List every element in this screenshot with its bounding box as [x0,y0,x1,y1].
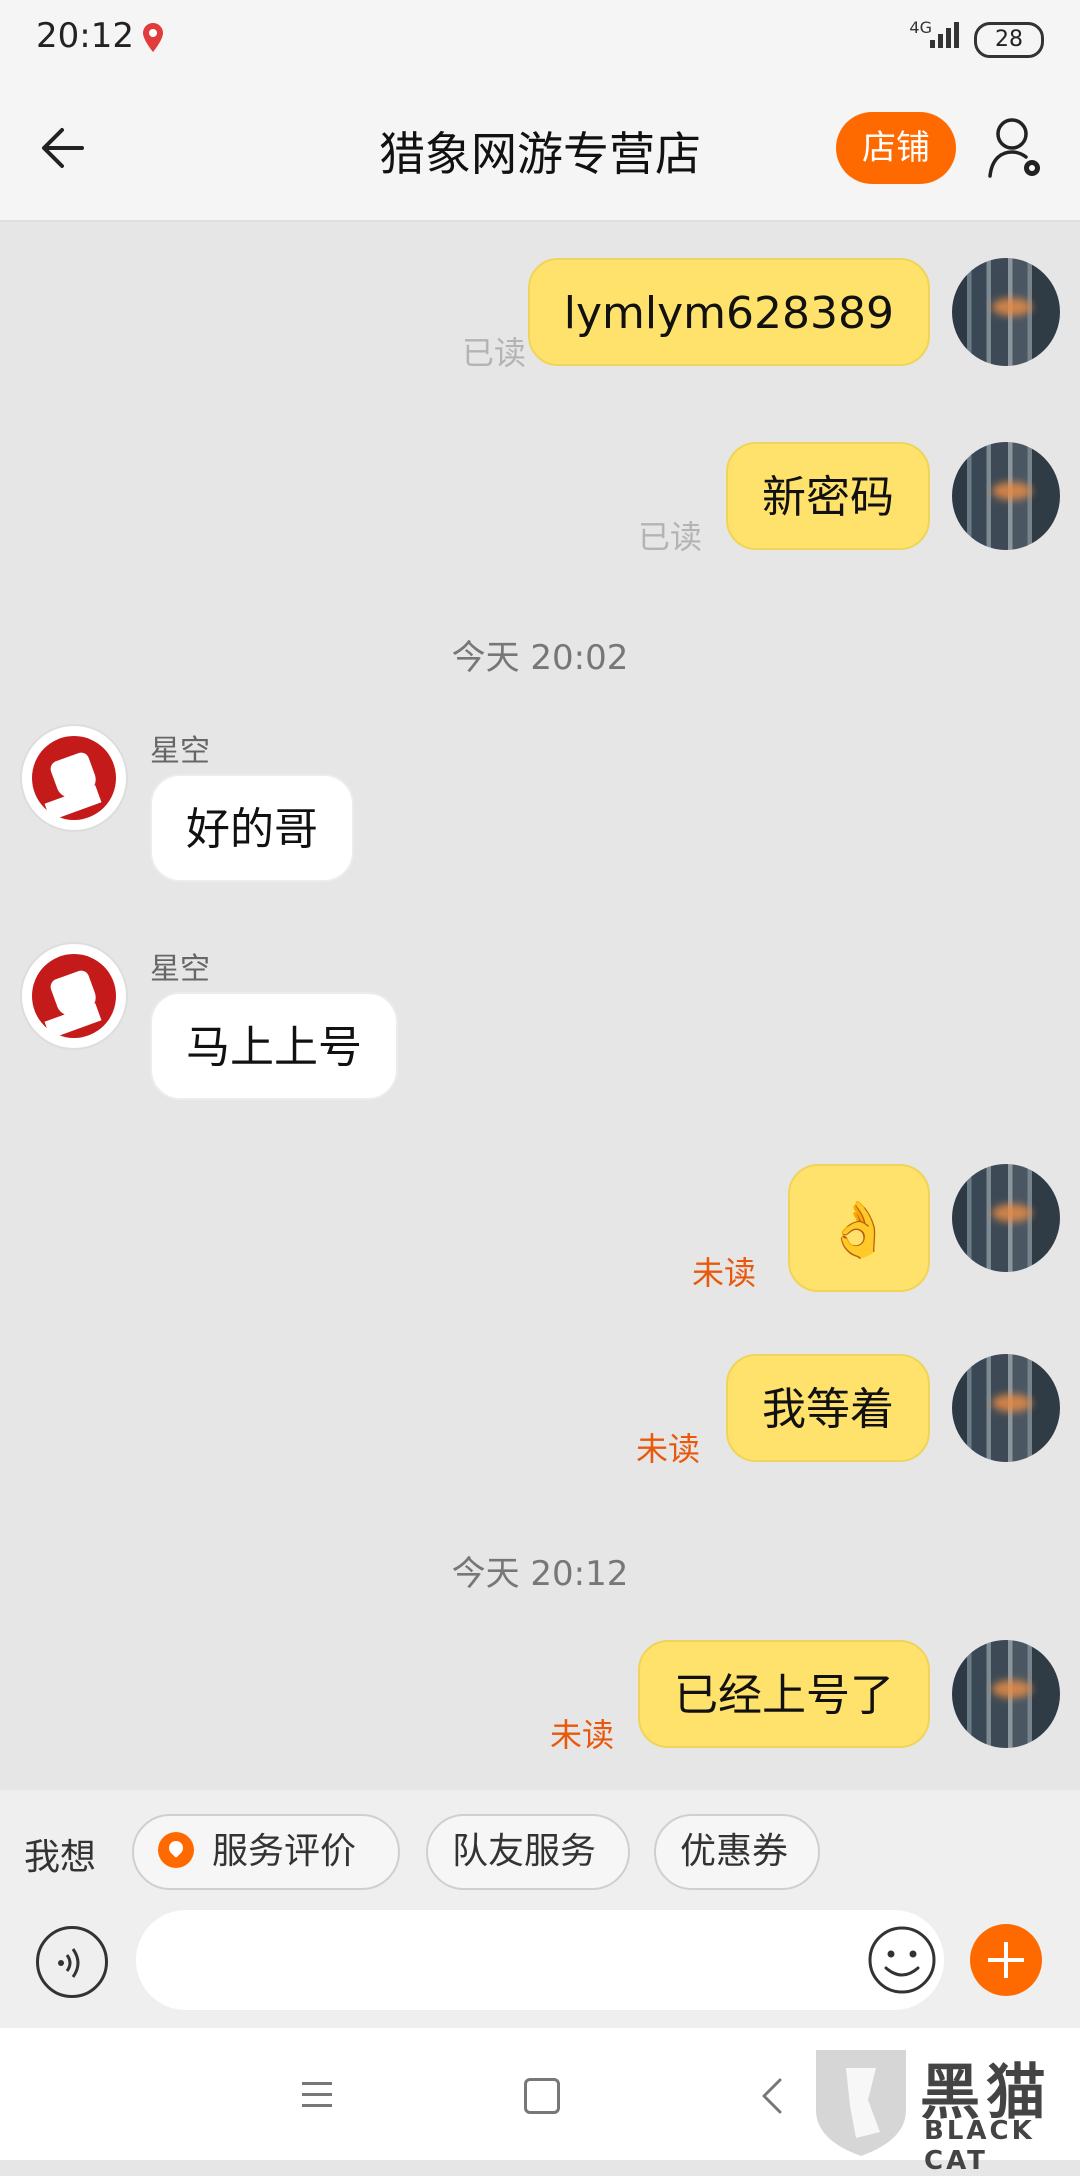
my-avatar[interactable] [952,442,1060,550]
nav-back-icon[interactable] [756,2076,786,2116]
read-status: 未读 [692,1254,757,1292]
message-bubble[interactable]: lymlym628389 [527,258,930,366]
read-status: 已读 [462,334,527,372]
home-icon[interactable] [524,2078,560,2114]
read-status: 已读 [638,518,703,556]
coupon-chip[interactable]: 优惠券 [654,1814,820,1890]
sender-name: 星空 [150,734,210,769]
voice-icon [58,1948,80,1978]
fist-logo-icon [32,736,116,820]
message-bubble[interactable]: 已经上号了 [638,1640,930,1748]
input-bar [0,1910,1080,2028]
service-review-chip[interactable]: 服务评价 [132,1814,400,1890]
message-bubble[interactable]: 马上上号 [150,992,398,1100]
chat-timestamp: 今天 20:12 [451,1554,629,1594]
my-avatar[interactable] [952,1640,1060,1748]
chat-timestamp: 今天 20:02 [451,638,629,678]
seller-avatar[interactable] [20,942,128,1050]
user-settings-icon[interactable] [986,114,1046,182]
battery-indicator: 28 [974,22,1044,58]
emoji-icon[interactable] [866,1924,938,1996]
watermark-subtext: BLACK CAT [924,2116,1035,2176]
my-avatar[interactable] [952,1164,1060,1272]
read-status: 未读 [636,1430,701,1468]
back-arrow-icon[interactable] [36,120,92,176]
shop-button[interactable]: 店铺 [836,112,956,184]
fist-logo-icon [32,954,116,1038]
system-nav-bar [0,2028,1080,2160]
message-bubble[interactable]: 新密码 [726,442,930,550]
signal-icon [930,22,959,48]
more-options-plus-icon[interactable] [970,1924,1042,1996]
message-bubble[interactable]: 好的哥 [150,774,354,882]
read-status: 未读 [550,1716,615,1754]
menu-icon[interactable] [300,2080,334,2110]
location-icon [143,23,163,52]
quick-actions-label: 我想 [24,1837,97,1878]
review-icon [158,1832,194,1868]
voice-input-button[interactable] [36,1926,108,1998]
my-avatar[interactable] [952,1354,1060,1462]
teammate-service-chip[interactable]: 队友服务 [426,1814,630,1890]
quick-actions-bar: 我想 服务评价 队友服务 优惠券 [0,1790,1080,1910]
emoji-message-bubble[interactable]: 👌 [788,1164,930,1292]
seller-avatar[interactable] [20,724,128,832]
chat-header: 猎象网游专营店 店铺 [0,78,1080,222]
status-time: 20:12 [36,16,134,56]
sender-name: 星空 [150,952,210,987]
message-bubble[interactable]: 我等着 [726,1354,930,1462]
status-bar: 20:12 4G 28 [0,0,1080,78]
black-cat-logo-icon [816,2050,906,2156]
my-avatar[interactable] [952,258,1060,366]
ok-hand-icon: 👌 [825,1198,893,1261]
message-input[interactable] [136,1910,944,2010]
